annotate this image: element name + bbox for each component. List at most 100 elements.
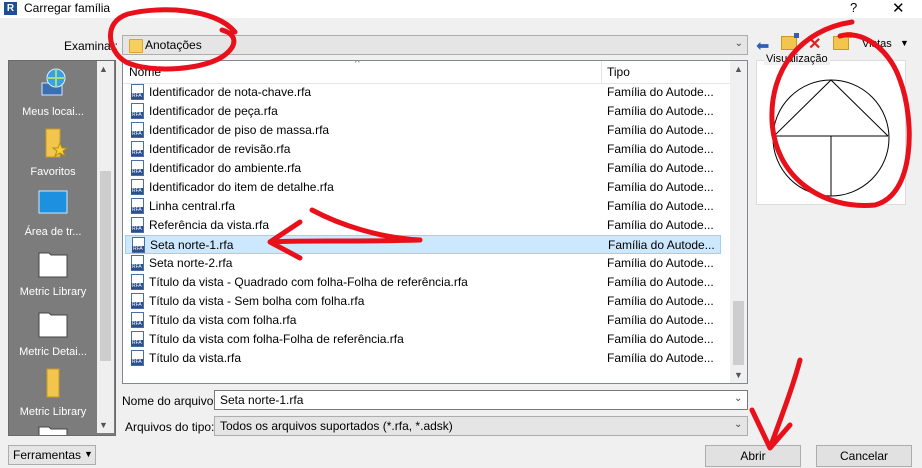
scroll-thumb[interactable] [100, 171, 111, 361]
file-row[interactable]: Identificador do item de detalhe.rfa Famí… [125, 178, 721, 197]
file-row[interactable]: Identificador de peça.rfa Família do Auto… [125, 102, 721, 121]
file-row[interactable]: Seta norte-1.rfa Família do Autode... [125, 235, 721, 254]
tools-label: Ferramentas [13, 448, 82, 462]
scroll-thumb[interactable] [733, 301, 744, 365]
file-name: Linha central.rfa [149, 199, 236, 213]
file-row[interactable]: Título da vista - Sem bolha com folha.rf… [125, 292, 721, 311]
folder-icon [38, 312, 68, 338]
place-desktop[interactable]: Área de tr... [9, 187, 97, 238]
column-separator[interactable] [601, 61, 602, 83]
file-name: Título da vista - Quadrado com folha-Fol… [149, 275, 468, 289]
help-button[interactable]: ? [850, 0, 857, 15]
globe-computer-icon [41, 68, 66, 96]
rfa-file-icon [131, 274, 144, 290]
filetype-select[interactable]: Todos os arquivos suportados (*.rfa, *.a… [214, 416, 748, 436]
place-metric-library[interactable]: Metric Library [9, 247, 97, 298]
place-label: Meus locai... [22, 106, 84, 118]
file-name: Identificador de peça.rfa [149, 104, 278, 118]
scroll-up-icon[interactable]: ▲ [99, 64, 108, 74]
lookin-label: Examinar: [64, 39, 119, 53]
folder-icon [46, 368, 60, 398]
file-type: Família do Autode... [608, 238, 715, 252]
filetype-label: Arquivos do tipo: [125, 420, 215, 434]
title-bar: R Carregar família ? ✕ [0, 0, 922, 18]
place-folder[interactable] [9, 425, 97, 435]
file-row[interactable]: Identificador do ambiente.rfa Família do … [125, 159, 721, 178]
views-button[interactable]: Vistas [862, 38, 892, 50]
place-label: Metric Detai... [19, 346, 87, 358]
file-list[interactable]: ^ Nome Tipo Identificador de nota-chave.… [122, 60, 748, 384]
file-row[interactable]: Identificador de piso de massa.rfa Famíli… [125, 121, 721, 140]
file-row[interactable]: Título da vista com folha.rfa Família do … [125, 311, 721, 330]
favorites-folder-icon [45, 128, 69, 158]
cancel-button[interactable]: Cancelar [816, 445, 912, 467]
filename-label: Nome do arquivo: [122, 394, 217, 408]
scroll-down-icon[interactable]: ▼ [734, 370, 743, 380]
file-type: Família do Autode... [607, 85, 714, 99]
file-name: Identificador de revisão.rfa [149, 142, 291, 156]
folder-icon [38, 426, 68, 435]
file-name: Título da vista com folha.rfa [149, 313, 297, 327]
scroll-down-icon[interactable]: ▼ [99, 420, 108, 430]
place-label: Metric Library [19, 286, 87, 298]
place-metric-detail[interactable]: Metric Detai... [9, 307, 97, 358]
rfa-file-icon [131, 312, 144, 328]
north-arrow-preview [772, 79, 890, 197]
place-metric-library-2[interactable]: Metric Library [9, 367, 97, 418]
column-header-type[interactable]: Tipo [607, 65, 630, 79]
rfa-file-icon [131, 122, 144, 138]
new-folder-icon[interactable] [833, 32, 852, 50]
file-type: Família do Autode... [607, 275, 714, 289]
up-folder-icon[interactable] [781, 33, 799, 50]
lookin-value: Anotações [145, 38, 202, 52]
file-list-scrollbar[interactable]: ▲ ▼ [730, 61, 747, 383]
file-row[interactable]: Título da vista - Quadrado com folha-Fol… [125, 273, 721, 292]
chevron-down-icon: ⌄ [734, 38, 743, 49]
file-type: Família do Autode... [607, 180, 714, 194]
place-favorites[interactable]: Favoritos [9, 127, 97, 178]
file-name: Título da vista - Sem bolha com folha.rf… [149, 294, 365, 308]
delete-icon[interactable]: ✕ [808, 34, 821, 54]
folder-icon [129, 39, 143, 53]
file-row[interactable]: Linha central.rfa Família do Autode... [125, 197, 721, 216]
file-row[interactable]: Referência da vista.rfa Família do Autode… [125, 216, 721, 235]
file-name: Referência da vista.rfa [149, 218, 270, 232]
file-name: Identificador do item de detalhe.rfa [149, 180, 334, 194]
place-my-places[interactable]: Meus locai... [9, 67, 97, 118]
tools-button[interactable]: Ferramentas ▼ [8, 445, 96, 465]
desktop-icon [38, 190, 68, 214]
close-button[interactable]: ✕ [892, 0, 905, 17]
file-row[interactable]: Identificador de nota-chave.rfa Família d… [125, 83, 721, 102]
file-row[interactable]: Título da vista com folha-Folha de refer… [125, 330, 721, 349]
rfa-file-icon [132, 237, 145, 253]
file-name: Título da vista.rfa [149, 351, 242, 365]
views-dropdown-arrow-icon[interactable]: ▼ [900, 38, 909, 48]
file-row[interactable]: Título da vista.rfa Família do Autode... [125, 349, 721, 368]
annotation-arrow-open [749, 357, 803, 451]
file-type: Família do Autode... [607, 104, 714, 118]
file-type: Família do Autode... [607, 313, 714, 327]
file-row[interactable]: Seta norte-2.rfa Família do Autode... [125, 254, 721, 273]
filename-input[interactable]: Seta norte-1.rfa [214, 390, 748, 410]
open-button[interactable]: Abrir [705, 445, 801, 467]
rfa-file-icon [131, 198, 144, 214]
places-scrollbar[interactable]: ▲ ▼ [97, 61, 114, 433]
chevron-down-icon[interactable]: ⌄ [734, 393, 742, 404]
scroll-up-icon[interactable]: ▲ [734, 64, 743, 74]
file-type: Família do Autode... [607, 218, 714, 232]
file-name: Identificador de nota-chave.rfa [149, 85, 312, 99]
file-row[interactable]: Identificador de revisão.rfa Família do A… [125, 140, 721, 159]
place-label: Favoritos [30, 166, 76, 178]
chevron-down-icon[interactable]: ⌄ [734, 419, 742, 430]
rfa-file-icon [131, 217, 144, 233]
file-name: Identificador de piso de massa.rfa [149, 123, 330, 137]
folder-icon [38, 252, 68, 278]
window-title: Carregar família [24, 1, 111, 15]
lookin-dropdown[interactable]: Anotações ⌄ [122, 35, 748, 55]
rfa-file-icon [131, 103, 144, 119]
file-type: Família do Autode... [607, 256, 714, 270]
places-bar: Meus locai... Favoritos Área de tr... Me… [8, 60, 116, 436]
file-type: Família do Autode... [607, 161, 714, 175]
preview-panel [756, 60, 906, 205]
column-header-name[interactable]: Nome [129, 65, 161, 79]
